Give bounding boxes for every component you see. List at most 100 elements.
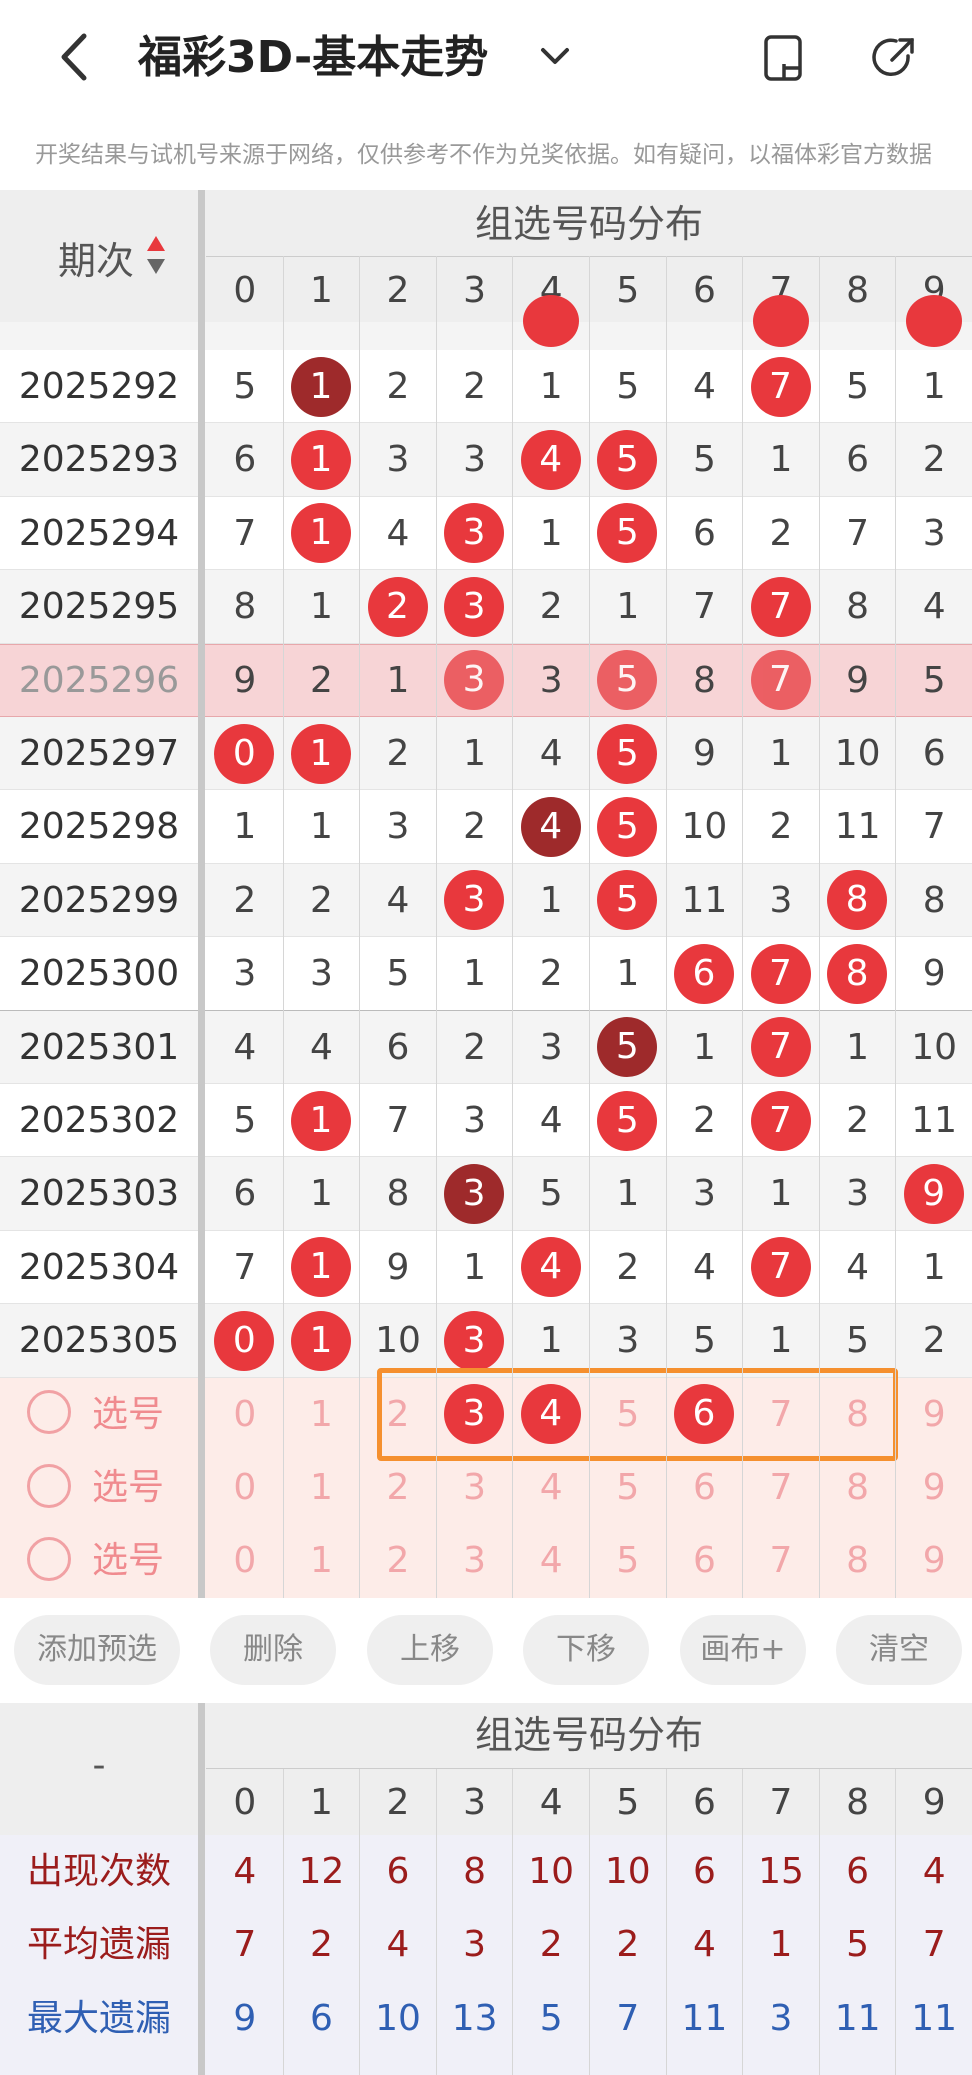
cell-9: 2 <box>922 1320 946 1362</box>
table-row[interactable]: 2025294 7 1 4 3 1 5 6 2 7 3 <box>0 496 972 571</box>
ball-5: 5 <box>597 1090 658 1151</box>
partial-row-cover <box>0 322 972 325</box>
ball-3: 3 <box>444 1310 505 1371</box>
select-digit-3[interactable]: 3 <box>436 1451 513 1524</box>
column-divider <box>666 256 667 1598</box>
stats-value: 6 <box>846 1851 870 1892</box>
column-divider <box>436 256 437 1598</box>
select-digit-1[interactable]: 1 <box>283 1378 360 1451</box>
action-button-0[interactable]: 添加预选 <box>14 1615 180 1685</box>
cell-5: 2 <box>616 1246 640 1288</box>
cell-0: 9 <box>233 659 257 701</box>
table-row[interactable]: 2025295 8 1 2 3 2 1 7 7 8 4 <box>0 570 972 644</box>
table-row[interactable]: 2025300 3 3 5 1 2 1 6 7 8 9 <box>0 937 972 1011</box>
cell-4: 1 <box>539 366 563 407</box>
stats-value: 8 <box>463 1851 487 1892</box>
stats-value: 5 <box>846 1924 870 1966</box>
cell-1: 4 <box>309 1026 333 1068</box>
select-digit-3[interactable]: 3 <box>436 1524 513 1597</box>
page-title[interactable]: 福彩3D-基本走势 <box>138 28 488 88</box>
select-digit-4[interactable]: 4 <box>513 1451 590 1524</box>
partial-row-bg <box>0 322 972 350</box>
cell-6: 4 <box>692 366 716 407</box>
group-header: 组选号码分布 <box>474 202 703 246</box>
action-button-3[interactable]: 下移 <box>523 1615 649 1685</box>
phone-button[interactable] <box>760 34 808 82</box>
radio-icon[interactable] <box>27 1537 71 1582</box>
ball-5: 5 <box>597 797 658 858</box>
select-digit-1[interactable]: 1 <box>283 1451 360 1524</box>
title-dropdown[interactable] <box>535 36 575 76</box>
ball-5: 5 <box>597 870 658 931</box>
select-digit-2[interactable]: 2 <box>360 1524 437 1597</box>
cell-9: 4 <box>922 586 946 628</box>
cell-9: 1 <box>922 1246 946 1288</box>
cell-3: 1 <box>463 1246 487 1288</box>
table-row[interactable]: 2025298 1 1 3 2 4 5 10 2 11 7 <box>0 790 972 864</box>
select-digit-8[interactable]: 8 <box>819 1524 896 1597</box>
action-button-4[interactable]: 画布+ <box>680 1615 806 1685</box>
select-digit-6[interactable]: 6 <box>666 1524 743 1597</box>
share-button[interactable] <box>870 34 918 82</box>
share-icon <box>872 38 914 76</box>
select-row[interactable]: 选号 0 1 2 3 4 5 6 7 8 9 <box>0 1524 972 1598</box>
select-digit-8[interactable]: 8 <box>819 1451 896 1524</box>
select-digit-1[interactable]: 1 <box>283 1524 360 1597</box>
stats-value: 6 <box>309 1997 333 2039</box>
table-row[interactable]: 2025293 6 1 3 3 4 5 5 1 6 2 <box>0 423 972 497</box>
radio-icon[interactable] <box>27 1463 71 1508</box>
ball-1: 1 <box>290 1090 351 1151</box>
select-digit-9[interactable]: 9 <box>896 1378 972 1451</box>
period-header-label: 期次 <box>58 239 135 283</box>
cell-9: 6 <box>922 733 946 774</box>
select-digit-0[interactable]: 0 <box>206 1451 283 1524</box>
select-digit-7[interactable]: 7 <box>743 1524 820 1597</box>
table-row[interactable]: 2025302 5 1 7 3 4 5 2 7 2 11 <box>0 1084 972 1158</box>
select-digit-0[interactable]: 0 <box>206 1378 283 1451</box>
period-header[interactable]: 期次 <box>0 190 198 322</box>
cell-0: 5 <box>233 366 257 407</box>
period-label: 2025296 <box>18 659 180 701</box>
cell-7: 2 <box>769 512 793 554</box>
action-button-2[interactable]: 上移 <box>367 1615 493 1685</box>
table-row[interactable]: 2025292 5 1 2 2 1 5 4 7 5 1 <box>0 350 972 424</box>
cell-6: 5 <box>692 439 716 481</box>
cell-8: 7 <box>846 512 870 554</box>
select-digit-5[interactable]: 5 <box>589 1451 666 1524</box>
select-digit-4[interactable]: 4 <box>513 1524 590 1597</box>
table-row[interactable]: 2025297 0 1 2 1 4 5 9 1 10 6 <box>0 717 972 791</box>
select-digit-2[interactable]: 2 <box>360 1451 437 1524</box>
radio-icon[interactable] <box>27 1390 71 1435</box>
cell-7: 3 <box>769 879 793 921</box>
ball-6: 6 <box>673 943 734 1004</box>
select-digit-5[interactable]: 5 <box>589 1524 666 1597</box>
cell-6: 3 <box>692 1173 716 1215</box>
table-row[interactable]: 2025305 0 1 10 3 1 3 5 1 5 2 <box>0 1304 972 1378</box>
stats-value: 12 <box>298 1851 345 1892</box>
cell-8: 6 <box>846 439 870 481</box>
select-digit-9[interactable]: 9 <box>896 1451 972 1524</box>
period-label: 2025294 <box>18 512 180 554</box>
cell-6: 10 <box>681 806 728 848</box>
select-digit-6[interactable]: 6 <box>666 1451 743 1524</box>
stats-value: 13 <box>451 1997 498 2039</box>
back-button[interactable] <box>48 22 100 92</box>
cell-4: 1 <box>539 512 563 554</box>
table-row[interactable]: 2025301 4 4 6 2 3 5 1 7 1 10 <box>0 1010 972 1084</box>
select-digit-7[interactable]: 7 <box>743 1451 820 1524</box>
table-row[interactable]: 2025304 7 1 9 1 4 2 4 7 4 1 <box>0 1230 972 1305</box>
table-row[interactable]: 2025303 6 1 8 3 5 1 3 1 3 9 <box>0 1157 972 1231</box>
ball-0: 0 <box>214 1310 275 1371</box>
column-divider <box>742 256 743 1598</box>
stats-value: 11 <box>911 1997 958 2039</box>
select-digit-0[interactable]: 0 <box>206 1524 283 1597</box>
column-divider <box>283 256 284 1598</box>
table-row[interactable]: 2025299 2 2 4 3 1 5 11 3 8 8 <box>0 863 972 938</box>
select-digit-9[interactable]: 9 <box>896 1524 972 1597</box>
table-row[interactable]: 2025296 9 2 1 3 3 5 8 7 9 5 <box>0 643 972 717</box>
action-button-5[interactable]: 清空 <box>836 1615 962 1685</box>
select-row[interactable]: 选号 0 1 2 3 4 5 6 7 8 9 <box>0 1451 972 1525</box>
stats-value: 3 <box>769 1997 793 2039</box>
action-button-1[interactable]: 删除 <box>210 1615 336 1685</box>
period-label: 2025300 <box>18 953 180 995</box>
